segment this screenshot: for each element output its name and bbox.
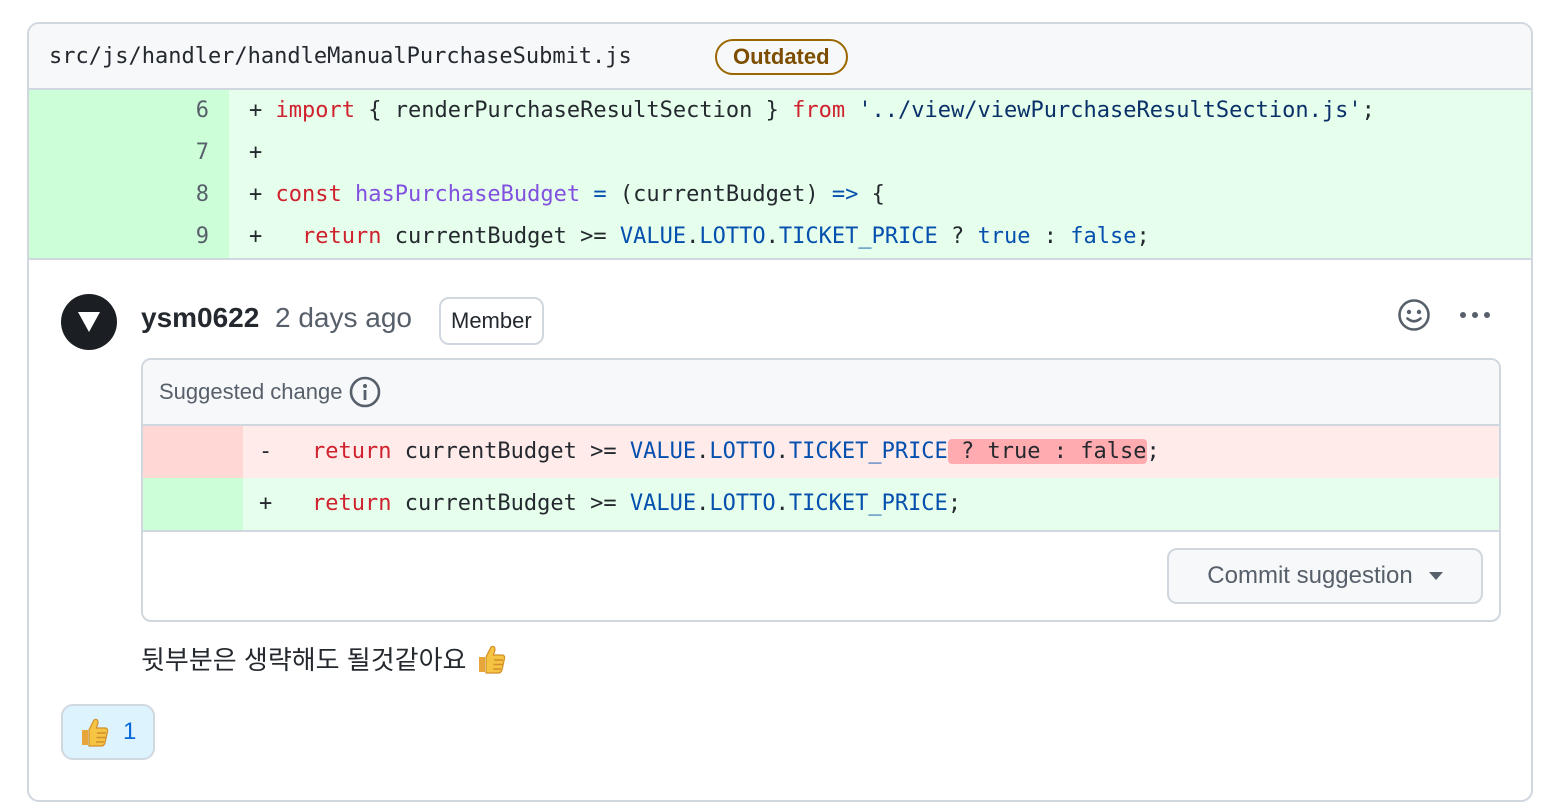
- suggested-change-header: Suggested change: [143, 360, 1499, 426]
- diff-line: 9 + return currentBudget >= VALUE.LOTTO.…: [29, 216, 1531, 258]
- diff-line: 7 +: [29, 132, 1531, 174]
- suggested-change-title: Suggested change: [159, 379, 343, 404]
- comment-body: 뒷부분은 생략해도 될것같아요: [141, 640, 508, 677]
- commit-suggestion-button[interactable]: Commit suggestion: [1167, 548, 1483, 604]
- triangle-down-icon: [1428, 572, 1443, 580]
- line-code: + const hasPurchaseBudget = (currentBudg…: [249, 182, 885, 207]
- suggested-change-box: Suggested change - return currentBudget …: [141, 358, 1501, 622]
- diff-line: 6 + import { renderPurchaseResultSection…: [29, 90, 1531, 132]
- comment-text: 뒷부분은 생략해도 될것같아요: [141, 645, 467, 675]
- avatar[interactable]: [61, 294, 117, 350]
- commit-area: Commit suggestion: [143, 530, 1499, 620]
- line-number[interactable]: 9: [29, 216, 229, 258]
- suggestion-added-line: + return currentBudget >= VALUE.LOTTO.TI…: [143, 478, 1499, 530]
- line-code: +: [249, 140, 263, 165]
- info-icon[interactable]: [349, 376, 381, 408]
- reaction-count: 1: [123, 718, 137, 745]
- diff-line: 8 + const hasPurchaseBudget = (currentBu…: [29, 174, 1531, 216]
- suggestion-deleted-line: - return currentBudget >= VALUE.LOTTO.TI…: [143, 426, 1499, 478]
- reaction-thumbs-up[interactable]: 1: [61, 704, 155, 760]
- line-code: + import { renderPurchaseResultSection }…: [249, 98, 1375, 123]
- divider: [29, 258, 1531, 260]
- line-code: + return currentBudget >= VALUE.LOTTO.TI…: [259, 491, 962, 516]
- line-gutter: [143, 426, 243, 478]
- removed-text-highlight: ? true : false: [947, 439, 1147, 464]
- comment-timestamp[interactable]: 2 days ago: [275, 302, 412, 334]
- line-code: - return currentBudget >= VALUE.LOTTO.TI…: [259, 439, 1160, 464]
- file-header: src/js/handler/handleManualPurchaseSubmi…: [29, 24, 1531, 90]
- file-path[interactable]: src/js/handler/handleManualPurchaseSubmi…: [49, 44, 632, 69]
- review-thread: src/js/handler/handleManualPurchaseSubmi…: [27, 22, 1533, 802]
- role-badge: Member: [439, 297, 544, 345]
- thumbs-up-icon: [82, 718, 109, 747]
- thumbs-up-icon: [479, 645, 506, 674]
- triangle-down-icon: [78, 312, 100, 332]
- smiley-icon[interactable]: [1397, 298, 1431, 332]
- line-number[interactable]: 7: [29, 132, 229, 174]
- line-gutter: [143, 478, 243, 530]
- line-number[interactable]: 8: [29, 174, 229, 216]
- line-code: + return currentBudget >= VALUE.LOTTO.TI…: [249, 224, 1150, 249]
- line-number[interactable]: 6: [29, 90, 229, 132]
- kebab-horizontal-icon[interactable]: [1455, 298, 1495, 332]
- comment-author[interactable]: ysm0622: [141, 302, 259, 334]
- outdated-badge: Outdated: [715, 39, 848, 75]
- commit-suggestion-label: Commit suggestion: [1207, 562, 1413, 589]
- diff-hunk: 6 + import { renderPurchaseResultSection…: [29, 90, 1531, 260]
